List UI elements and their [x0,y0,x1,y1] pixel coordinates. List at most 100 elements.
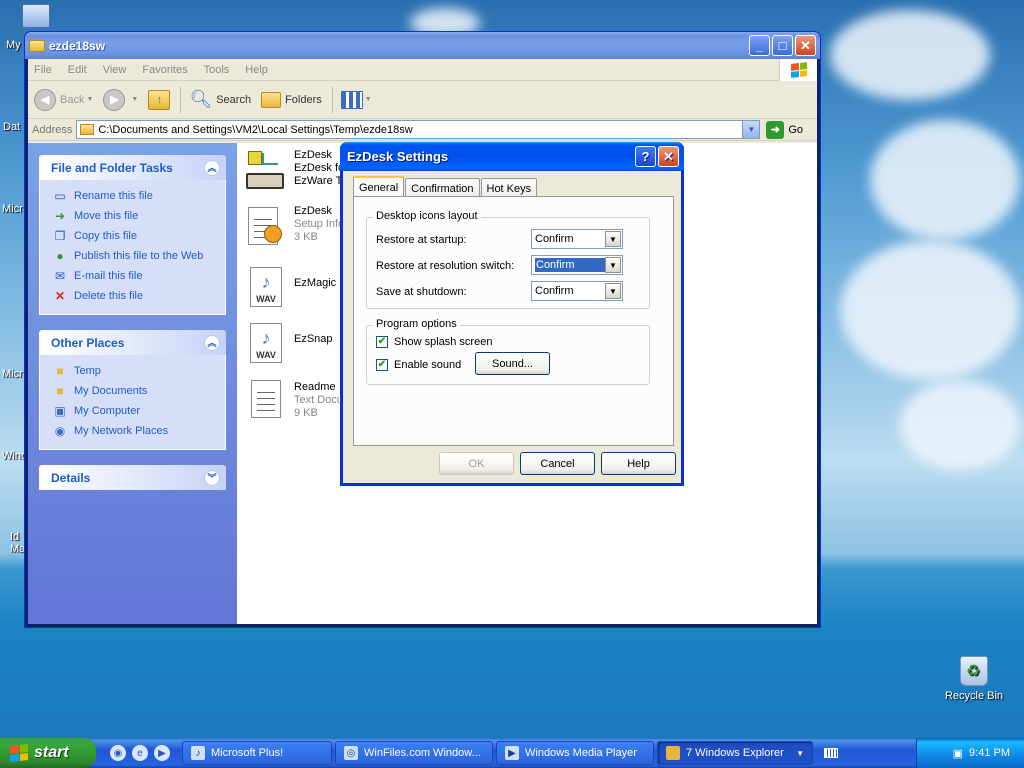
task-rename[interactable]: ▭ Rename this file [52,186,215,206]
panel-header[interactable]: File and Folder Tasks ︽ [39,155,226,180]
file-name: EzDesk [294,205,332,217]
place-temp[interactable]: ■ Temp [52,361,215,381]
maximize-button[interactable]: □ [772,35,793,56]
menu-tools[interactable]: Tools [204,64,230,76]
wav-badge: WAV [256,350,276,360]
collapse-icon[interactable]: ︽ [204,159,220,176]
menu-favorites[interactable]: Favorites [142,64,187,76]
save-shutdown-select[interactable]: Confirm ▼ [531,281,623,301]
sound-button[interactable]: Sound... [475,352,550,375]
place-network[interactable]: ◉ My Network Places [52,421,215,441]
explorer-titlebar[interactable]: ezde18sw _ □ ✕ [25,32,820,59]
chevron-down-icon: ▼ [131,96,139,103]
minimize-button[interactable]: _ [749,35,770,56]
close-button[interactable]: ✕ [795,35,816,56]
text-document-icon [246,377,286,421]
place-label: My Network Places [74,425,169,437]
restore-resolution-select[interactable]: Confirm ▼ [531,255,623,275]
address-value: C:\Documents and Settings\VM2\Local Sett… [98,123,413,136]
forward-arrow-icon: ▶ [103,88,126,111]
chevron-down-icon[interactable]: ▼ [742,121,760,138]
menu-file[interactable]: File [34,64,52,76]
task-label: Copy this file [74,230,137,242]
desktop-icon-label: Dat [3,121,21,133]
expand-icon[interactable]: ︾ [204,469,220,486]
explorer-title: ezde18sw [49,38,106,53]
file-item[interactable]: EzDesk EzDesk fo EzWare T [242,149,344,193]
restore-startup-select[interactable]: Confirm ▼ [531,229,623,249]
enable-sound-checkbox[interactable]: ✔ Enable sound [376,359,461,371]
taskbar-item-microsoft-plus[interactable]: ♪ Microsoft Plus! [182,741,332,765]
toolbar-separator [180,86,182,113]
checkbox-checked-icon: ✔ [376,359,388,371]
folders-button[interactable]: Folders [261,91,322,108]
file-item[interactable]: EzDesk Setup Info 3 KB [242,205,344,249]
wav-file-icon: ♪ WAV [250,323,282,363]
desktop-icon-my-computer[interactable] [22,4,50,28]
menu-edit[interactable]: Edit [68,64,87,76]
taskbar-item-media-player[interactable]: ▶ Windows Media Player [496,741,654,765]
help-button[interactable]: Help [601,452,676,475]
views-button[interactable]: ▼ [340,90,372,109]
cancel-button[interactable]: Cancel [520,452,595,475]
views-icon [340,90,363,109]
tab-general[interactable]: General [353,176,405,198]
task-move[interactable]: ➜ Move this file [52,206,215,226]
tab-hot-keys[interactable]: Hot Keys [480,178,538,198]
dialog-titlebar[interactable]: EzDesk Settings ? ✕ [340,142,684,171]
task-copy[interactable]: ❐ Copy this file [52,226,215,246]
keyboard-icon[interactable] [824,748,838,758]
back-label: Back [60,93,85,106]
show-desktop-icon[interactable]: ◉ [110,745,126,761]
show-splash-checkbox[interactable]: ✔ Show splash screen [376,336,492,348]
task-email[interactable]: ✉ E-mail this file [52,266,215,286]
ok-button[interactable]: OK [439,452,514,475]
forward-button[interactable]: ▶ ▼ [103,88,139,111]
ezdesk-settings-dialog: EzDesk Settings ? ✕ General Confirmation… [340,142,684,486]
folder-up-icon: ↑ [148,89,171,110]
search-button[interactable]: 🔍︎ Search [189,89,251,110]
go-label: Go [788,123,804,136]
task-publish[interactable]: ● Publish this file to the Web [52,246,215,266]
collapse-icon[interactable]: ︽ [204,334,220,351]
recycle-bin[interactable]: Recycle Bin [943,656,1005,702]
back-button[interactable]: ◀ Back ▼ [34,88,94,111]
group-title: Desktop icons layout [373,210,481,222]
menu-view[interactable]: View [103,64,127,76]
dialog-close-button[interactable]: ✕ [658,146,679,167]
go-button[interactable]: ➜ Go [766,120,804,139]
up-button[interactable]: ↑ [148,89,171,110]
windows-flag-icon [790,62,807,78]
network-tray-icon[interactable]: ▣ [953,747,963,760]
copy-icon: ❐ [54,229,66,243]
place-label: My Computer [74,405,141,417]
file-type: Setup Info [294,218,345,230]
chevron-down-icon: ▼ [796,748,804,758]
taskbar-item-windows-explorer[interactable]: 7 Windows Explorer ▼ [657,741,813,765]
task-delete[interactable]: ✕ Delete this file [52,286,215,306]
folders-label: Folders [285,93,322,106]
task-label: Microsoft Plus! [211,747,284,759]
menu-help[interactable]: Help [245,64,268,76]
select-value: Confirm [535,258,605,272]
file-item[interactable]: ♪ WAV EzMagic [246,265,336,309]
media-player-icon[interactable]: ▶ [154,745,170,761]
taskbar-item-winfiles[interactable]: ◎ WinFiles.com Window... [335,741,493,765]
clock[interactable]: 9:41 PM [969,747,1010,759]
place-my-documents[interactable]: ■ My Documents [52,381,215,401]
file-item[interactable]: Readme Text Docu 9 KB [246,377,343,421]
address-input[interactable]: C:\Documents and Settings\VM2\Local Sett… [76,120,761,139]
start-button[interactable]: start [0,738,96,768]
place-my-computer[interactable]: ▣ My Computer [52,401,215,421]
panel-title: Details [51,470,91,485]
panel-header[interactable]: Other Places ︽ [39,330,226,355]
chevron-down-icon: ▼ [86,96,94,103]
tab-confirmation[interactable]: Confirmation [405,178,480,198]
general-tab-panel: Desktop icons layout Restore at startup:… [353,196,674,446]
panel-title: Other Places [51,335,125,350]
panel-header[interactable]: Details ︾ [39,465,226,490]
file-item[interactable]: ♪ WAV EzSnap [246,321,333,365]
internet-explorer-icon[interactable]: e [132,745,148,761]
file-size: 9 KB [294,407,318,419]
help-question-button[interactable]: ? [635,146,656,167]
